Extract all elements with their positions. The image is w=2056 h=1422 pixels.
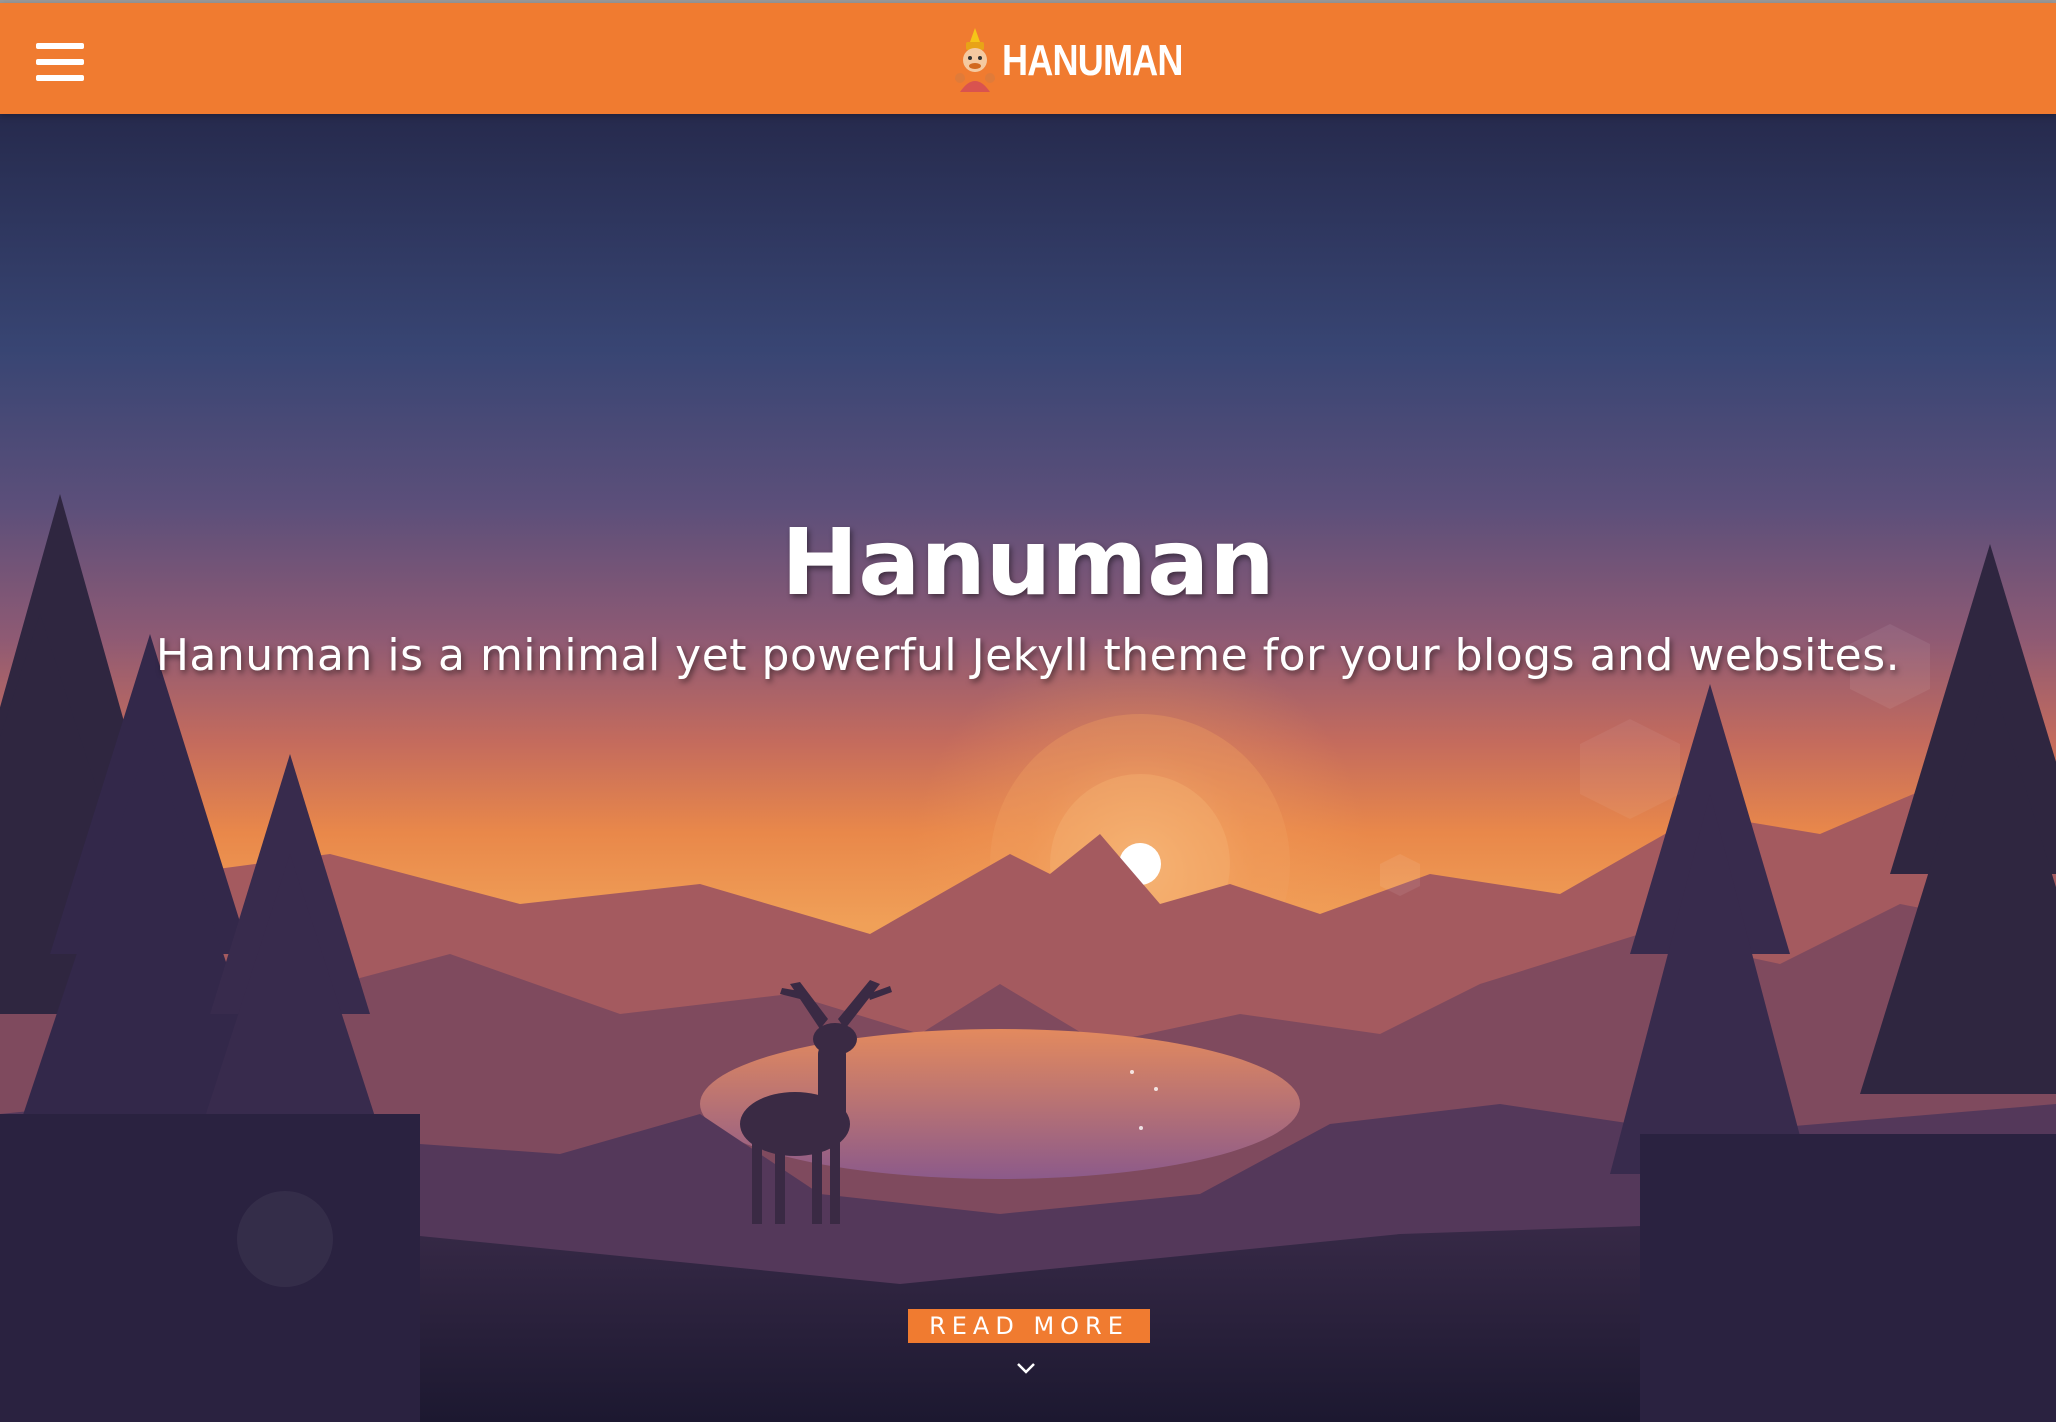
hanuman-logo-icon bbox=[955, 28, 995, 92]
hamburger-menu-icon[interactable] bbox=[30, 39, 86, 87]
read-more-button[interactable]: READ MORE bbox=[908, 1309, 1150, 1343]
brand-link[interactable]: HANUMAN bbox=[952, 21, 1222, 101]
hero-section: Hanuman Hanuman is a minimal yet powerfu… bbox=[0, 114, 2056, 1422]
top-navbar: HANUMAN bbox=[0, 3, 2056, 114]
hero-subtitle: Hanuman is a minimal yet powerful Jekyll… bbox=[155, 630, 1901, 681]
hero-background-illustration bbox=[0, 114, 2056, 1422]
hero-title: Hanuman bbox=[781, 509, 1275, 616]
chevron-down-icon[interactable] bbox=[1015, 1360, 1037, 1376]
brand-title: HANUMAN bbox=[1002, 36, 1183, 85]
